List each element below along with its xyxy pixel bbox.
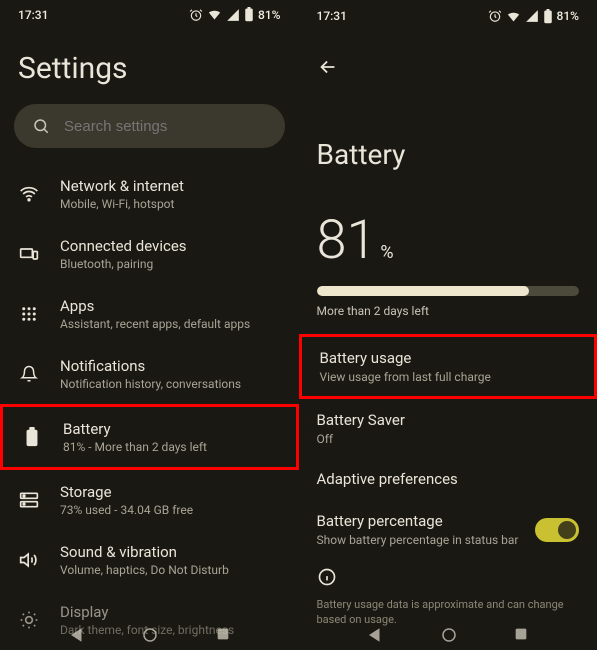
back-button[interactable] bbox=[299, 32, 597, 82]
item-sub: 73% used - 34.04 GB free bbox=[60, 503, 281, 517]
item-title: Battery Saver bbox=[317, 411, 405, 429]
item-title: Notifications bbox=[60, 357, 281, 375]
percentage-toggle[interactable] bbox=[535, 518, 579, 542]
bell-icon bbox=[18, 363, 40, 385]
item-sub: 81% - More than 2 days left bbox=[63, 440, 278, 454]
page-title: Battery bbox=[299, 82, 597, 171]
battery-icon bbox=[21, 426, 43, 448]
battery-icon bbox=[244, 7, 254, 22]
item-sub: Assistant, recent apps, default apps bbox=[60, 317, 281, 331]
info-icon[interactable] bbox=[299, 559, 597, 595]
status-bar: 17:31 81% bbox=[299, 0, 597, 32]
footnote: Battery usage data is approximate and ca… bbox=[299, 595, 597, 630]
battery-screen: 17:31 81% Battery 81 % More than 2 days … bbox=[299, 0, 597, 650]
settings-screen: 17:31 81% Settings Network & internet Mob… bbox=[0, 0, 299, 650]
battery-item-percentage[interactable]: Battery percentage Show battery percentag… bbox=[299, 500, 597, 559]
nav-home-icon[interactable] bbox=[440, 626, 458, 644]
settings-item-apps[interactable]: Apps Assistant, recent apps, default apps bbox=[0, 284, 299, 344]
signal-icon bbox=[525, 9, 539, 23]
item-title: Sound & vibration bbox=[60, 543, 281, 561]
item-sub: Show battery percentage in status bar bbox=[317, 533, 519, 547]
item-sub: Off bbox=[317, 432, 405, 446]
nav-recent-icon[interactable] bbox=[513, 626, 529, 642]
wifi-icon bbox=[207, 7, 222, 22]
settings-item-battery[interactable]: Battery 81% - More than 2 days left bbox=[0, 404, 299, 470]
item-sub: View usage from last full charge bbox=[320, 370, 491, 384]
page-title: Settings bbox=[0, 29, 299, 104]
status-battery: 81% bbox=[557, 9, 579, 23]
search-input[interactable] bbox=[64, 118, 267, 135]
battery-estimate: More than 2 days left bbox=[299, 304, 597, 334]
status-battery: 81% bbox=[258, 8, 280, 22]
settings-item-storage[interactable]: Storage 73% used - 34.04 GB free bbox=[0, 470, 299, 530]
toggle-knob bbox=[558, 521, 576, 539]
status-icons: 81% bbox=[488, 9, 579, 24]
search-bar[interactable] bbox=[14, 104, 285, 148]
settings-item-sound[interactable]: Sound & vibration Volume, haptics, Do Not… bbox=[0, 530, 299, 590]
nav-bar bbox=[299, 626, 597, 644]
item-sub: Mobile, Wi-Fi, hotspot bbox=[60, 197, 281, 211]
percent-value: 81 bbox=[317, 209, 377, 272]
devices-icon bbox=[18, 243, 40, 265]
item-title: Connected devices bbox=[60, 237, 281, 255]
item-title: Storage bbox=[60, 483, 281, 501]
nav-back-icon[interactable] bbox=[68, 626, 86, 644]
status-time: 17:31 bbox=[317, 9, 347, 23]
alarm-icon bbox=[189, 8, 203, 22]
item-title: Apps bbox=[60, 297, 281, 315]
item-title: Battery bbox=[63, 420, 278, 438]
nav-bar bbox=[0, 626, 299, 644]
battery-percent: 81 % bbox=[299, 171, 597, 280]
item-sub: Volume, haptics, Do Not Disturb bbox=[60, 563, 281, 577]
volume-icon bbox=[18, 549, 40, 571]
signal-icon bbox=[226, 8, 240, 22]
storage-icon bbox=[18, 489, 40, 511]
settings-item-notifications[interactable]: Notifications Notification history, conve… bbox=[0, 344, 299, 404]
settings-item-network[interactable]: Network & internet Mobile, Wi-Fi, hotspot bbox=[0, 164, 299, 224]
battery-progress-fill bbox=[317, 286, 530, 296]
wifi-icon bbox=[506, 9, 521, 24]
apps-icon bbox=[18, 303, 40, 325]
nav-back-icon[interactable] bbox=[366, 626, 384, 644]
item-title: Adaptive preferences bbox=[317, 470, 458, 488]
battery-progress bbox=[317, 286, 580, 296]
item-title: Display bbox=[60, 603, 281, 621]
nav-home-icon[interactable] bbox=[141, 626, 159, 644]
status-bar: 17:31 81% bbox=[0, 0, 299, 29]
alarm-icon bbox=[488, 9, 502, 23]
battery-item-adaptive[interactable]: Adaptive preferences bbox=[299, 458, 597, 500]
search-icon bbox=[32, 117, 50, 135]
battery-item-saver[interactable]: Battery Saver Off bbox=[299, 399, 597, 458]
status-time: 17:31 bbox=[18, 8, 48, 22]
battery-icon bbox=[543, 9, 553, 24]
item-title: Network & internet bbox=[60, 177, 281, 195]
item-title: Battery percentage bbox=[317, 512, 519, 530]
status-icons: 81% bbox=[189, 7, 280, 22]
wifi-icon bbox=[18, 183, 40, 205]
settings-item-connected[interactable]: Connected devices Bluetooth, pairing bbox=[0, 224, 299, 284]
nav-recent-icon[interactable] bbox=[215, 626, 231, 642]
percent-symbol: % bbox=[380, 242, 393, 263]
item-sub: Notification history, conversations bbox=[60, 377, 281, 391]
item-sub: Bluetooth, pairing bbox=[60, 257, 281, 271]
battery-item-usage[interactable]: Battery usage View usage from last full c… bbox=[299, 334, 597, 399]
item-title: Battery usage bbox=[320, 349, 491, 367]
